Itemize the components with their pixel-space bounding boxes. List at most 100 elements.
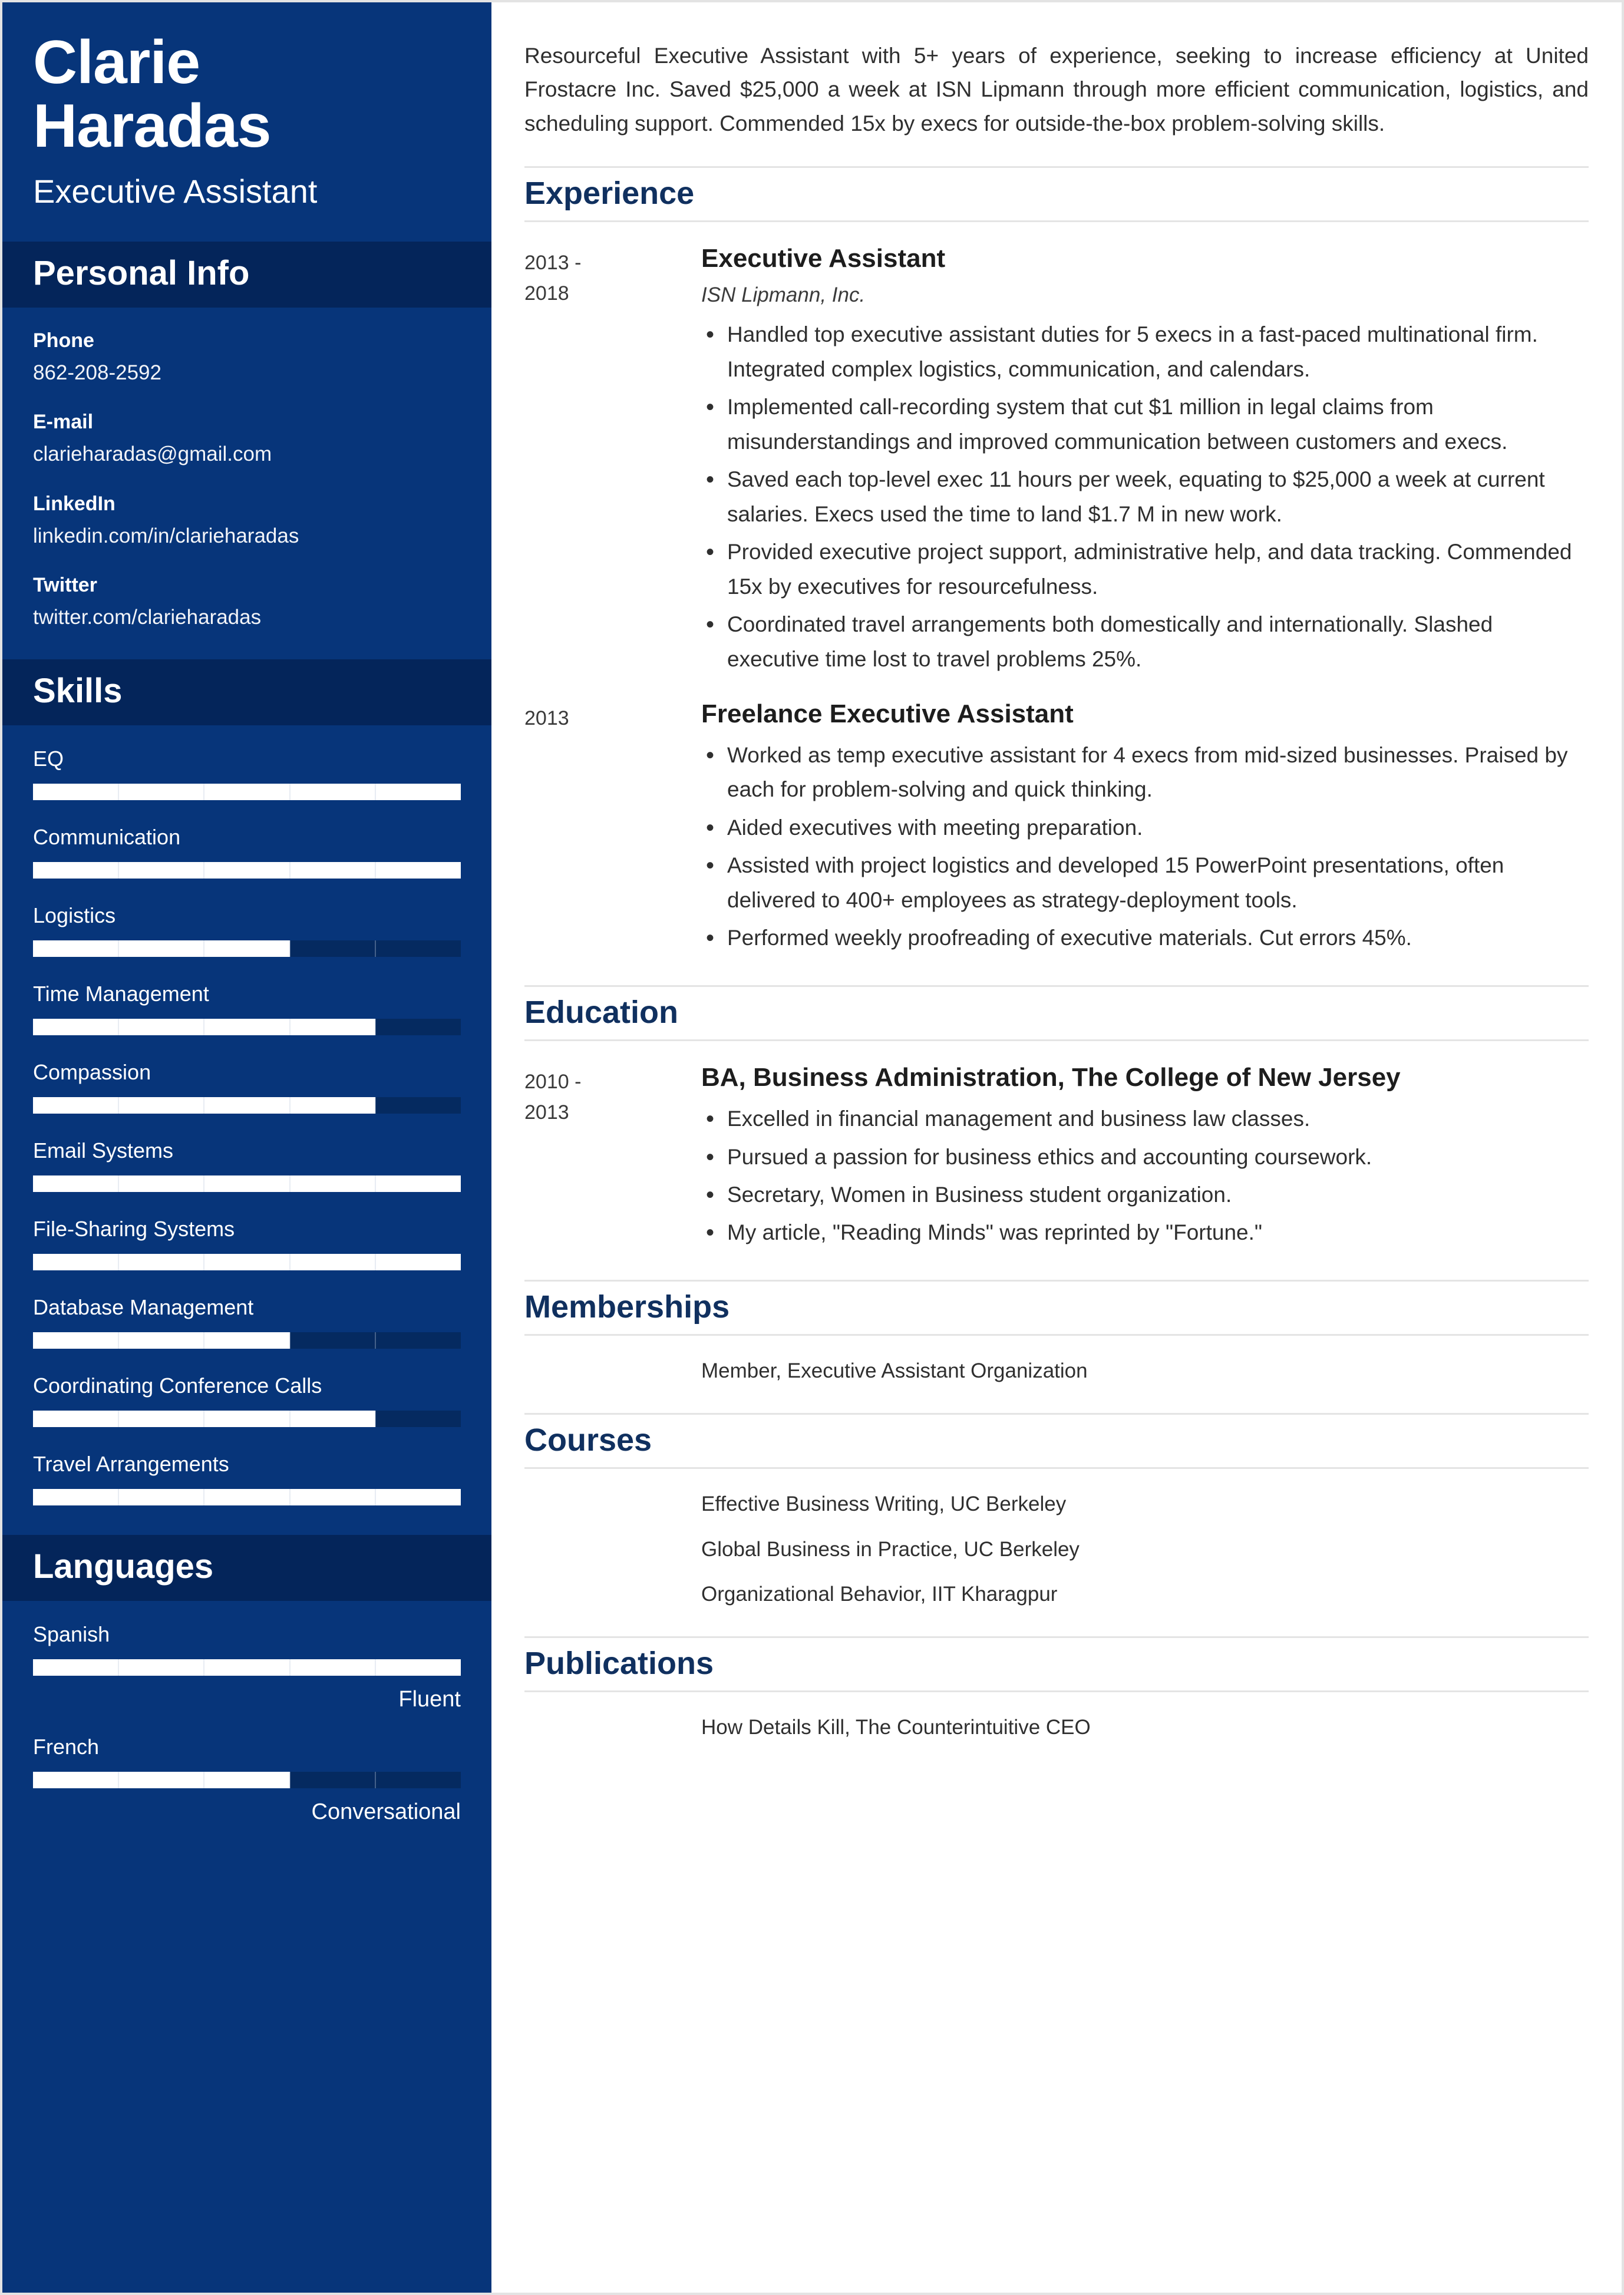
personal-info-heading: Personal Info bbox=[33, 253, 250, 292]
language-proficiency: Conversational bbox=[311, 1799, 461, 1824]
entry-bullet: Assisted with project logistics and deve… bbox=[701, 847, 1589, 917]
entry-title: BA, Business Administration, The College… bbox=[701, 1063, 1401, 1092]
entry-bullet: Aided executives with meeting preparatio… bbox=[701, 810, 1589, 847]
skill-label: Logistics bbox=[33, 903, 116, 928]
skill-bar-track bbox=[33, 1489, 461, 1506]
entry-date: 2013 - 2018 bbox=[524, 242, 701, 309]
course-text: Organizational Behavior, IIT Kharagpur bbox=[701, 1583, 1058, 1606]
memberships-section-header: Memberships bbox=[524, 1279, 1589, 1336]
skills-header: Skills bbox=[2, 659, 491, 726]
entry-date-end: 2018 bbox=[524, 282, 569, 305]
language-label: Spanish bbox=[33, 1622, 110, 1647]
education-section-header: Education bbox=[524, 985, 1589, 1042]
skill-bar-track bbox=[33, 784, 461, 801]
skill-item: Database Management bbox=[33, 1294, 461, 1349]
memberships-heading: Memberships bbox=[524, 1289, 730, 1325]
skill-item: Compassion bbox=[33, 1059, 461, 1114]
entry-body: Executive Assistant ISN Lipmann, Inc. Ha… bbox=[701, 242, 1589, 680]
language-bar-fill bbox=[33, 1659, 461, 1676]
skill-bar-track bbox=[33, 1254, 461, 1271]
memberships-section: Memberships Member, Executive Assistant … bbox=[524, 1279, 1589, 1387]
language-label: French bbox=[33, 1734, 100, 1759]
skill-label: Email Systems bbox=[33, 1138, 174, 1163]
course-text: Global Business in Practice, UC Berkeley bbox=[701, 1537, 1080, 1561]
skill-bar-track bbox=[33, 1175, 461, 1193]
language-bar-fill bbox=[33, 1771, 290, 1788]
candidate-first-name: Clarie bbox=[33, 28, 200, 97]
skill-bar-fill bbox=[33, 1254, 461, 1271]
skill-label: Database Management bbox=[33, 1295, 254, 1320]
entry-date-spacer bbox=[524, 1579, 701, 1610]
contact-value[interactable]: linkedin.com/in/clarieharadas bbox=[33, 522, 461, 550]
education-section: Education 2010 - 2013 BA, Business Admin… bbox=[524, 985, 1589, 1254]
entry-title: Executive Assistant bbox=[701, 244, 946, 273]
entry-bullet-list: Handled top executive assistant duties f… bbox=[701, 316, 1589, 676]
skills-list: EQ Communication Logistics Time Manageme… bbox=[33, 745, 461, 1506]
entry-bullet: Worked as temp executive assistant for 4… bbox=[701, 737, 1589, 807]
languages-header: Languages bbox=[2, 1535, 491, 1601]
entry-bullet: Pursued a passion for business ethics an… bbox=[701, 1139, 1589, 1177]
entry-body: BA, Business Administration, The College… bbox=[701, 1061, 1589, 1254]
course-item: Organizational Behavior, IIT Kharagpur bbox=[524, 1579, 1589, 1610]
language-bar-track bbox=[33, 1771, 461, 1788]
experience-heading: Experience bbox=[524, 176, 695, 212]
candidate-last-name: Haradas bbox=[33, 92, 271, 161]
skill-bar-track bbox=[33, 1411, 461, 1428]
contact-list: Phone 862-208-2592 E-mail clarieharadas@… bbox=[33, 328, 461, 632]
candidate-name: Clarie Haradas bbox=[33, 31, 461, 158]
skills-body: EQ Communication Logistics Time Manageme… bbox=[2, 725, 491, 1535]
education-entries: 2010 - 2013 BA, Business Administration,… bbox=[524, 1061, 1589, 1254]
skill-bar-fill bbox=[33, 940, 290, 957]
entry-bullet: My article, "Reading Minds" was reprinte… bbox=[701, 1214, 1589, 1252]
course-item: Global Business in Practice, UC Berkeley bbox=[524, 1534, 1589, 1566]
contact-value[interactable]: 862-208-2592 bbox=[33, 359, 461, 387]
contact-item: Phone 862-208-2592 bbox=[33, 328, 461, 387]
entry-date-end: 2013 bbox=[524, 1101, 569, 1124]
skill-label: Time Management bbox=[33, 982, 209, 1006]
entry-bullet: Implemented call-recording system that c… bbox=[701, 389, 1589, 459]
skill-bar-fill bbox=[33, 862, 461, 879]
courses-entries: Effective Business Writing, UC Berkeley … bbox=[524, 1489, 1589, 1610]
skill-item: Logistics bbox=[33, 902, 461, 957]
entry-date-start: 2010 - bbox=[524, 1071, 582, 1094]
language-item: Spanish Fluent bbox=[33, 1621, 461, 1713]
entry-date-spacer bbox=[524, 1356, 701, 1387]
publication-text: How Details Kill, The Counterintuitive C… bbox=[701, 1716, 1091, 1739]
contact-item: LinkedIn linkedin.com/in/clarieharadas bbox=[33, 491, 461, 550]
skills-heading: Skills bbox=[33, 672, 123, 711]
entry-bullet: Provided executive project support, admi… bbox=[701, 534, 1589, 604]
contact-value[interactable]: twitter.com/clarieharadas bbox=[33, 603, 461, 631]
memberships-entries: Member, Executive Assistant Organization bbox=[524, 1356, 1589, 1387]
skill-bar-track bbox=[33, 1332, 461, 1349]
timeline-entry: 2010 - 2013 BA, Business Administration,… bbox=[524, 1061, 1589, 1254]
skill-bar-fill bbox=[33, 1489, 461, 1506]
entry-bullet: Performed weekly proofreading of executi… bbox=[701, 920, 1589, 957]
identity-block: Clarie Haradas Executive Assistant bbox=[2, 2, 491, 242]
resume-page: Clarie Haradas Executive Assistant Perso… bbox=[0, 0, 1624, 2295]
entry-date-spacer bbox=[524, 1712, 701, 1743]
entry-date-spacer bbox=[524, 1489, 701, 1520]
skill-bar-fill bbox=[33, 1097, 375, 1114]
skill-item: EQ bbox=[33, 745, 461, 801]
contact-label: Twitter bbox=[33, 574, 97, 597]
professional-summary: Resourceful Executive Assistant with 5+ … bbox=[524, 44, 1589, 136]
experience-section: Experience 2013 - 2018 Executive Assista… bbox=[524, 166, 1589, 959]
language-item: French Conversational bbox=[33, 1733, 461, 1826]
courses-section-header: Courses bbox=[524, 1412, 1589, 1470]
contact-label: LinkedIn bbox=[33, 492, 115, 515]
skill-item: Coordinating Conference Calls bbox=[33, 1372, 461, 1428]
publication-item: How Details Kill, The Counterintuitive C… bbox=[524, 1712, 1589, 1743]
skill-label: Compassion bbox=[33, 1060, 151, 1085]
skill-item: Communication bbox=[33, 824, 461, 879]
timeline-entry: 2013 Freelance Executive Assistant Worke… bbox=[524, 698, 1589, 959]
entry-bullet: Handled top executive assistant duties f… bbox=[701, 316, 1589, 387]
publications-section-header: Publications bbox=[524, 1636, 1589, 1693]
skill-bar-fill bbox=[33, 1332, 290, 1349]
skill-item: File-Sharing Systems bbox=[33, 1216, 461, 1271]
entry-bullet: Secretary, Women in Business student org… bbox=[701, 1177, 1589, 1214]
contact-value[interactable]: clarieharadas@gmail.com bbox=[33, 440, 461, 468]
languages-body: Spanish Fluent French Conversational bbox=[2, 1601, 491, 1851]
skill-bar-track bbox=[33, 1097, 461, 1114]
skill-label: EQ bbox=[33, 747, 64, 771]
entry-bullet: Coordinated travel arrangements both dom… bbox=[701, 606, 1589, 676]
